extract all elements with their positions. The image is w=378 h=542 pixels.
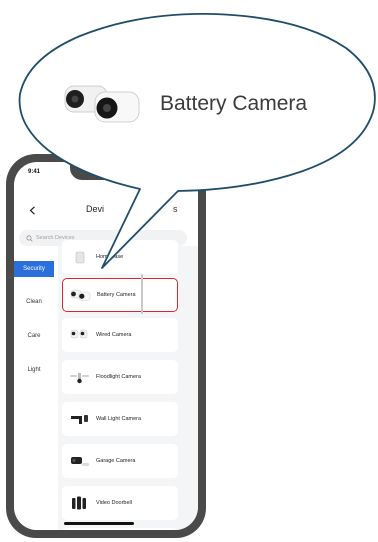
sidebar-item-label: Care [27, 333, 41, 339]
phone-frame: 9:41 Devi s Security Clean Care [6, 154, 206, 538]
nav-right-text: s [173, 204, 178, 214]
sidebar-item-clean[interactable]: Clean [14, 294, 54, 310]
sidebar-item-label: Security [23, 266, 45, 272]
video-doorbell-icon [69, 495, 91, 511]
back-button[interactable] [24, 202, 40, 218]
device-list: HomeBase Battery Camera Wired Camera Flo… [58, 240, 198, 530]
list-item-wired-camera[interactable]: Wired Camera [62, 318, 178, 352]
device-label: Wired Camera [96, 332, 132, 338]
list-item-battery-camera[interactable]: Battery Camera [62, 278, 178, 312]
battery-camera-icon [70, 287, 92, 303]
device-label: Wall Light Camera [96, 416, 142, 422]
homebase-icon [69, 249, 91, 265]
wall-light-camera-icon [69, 411, 91, 427]
sidebar-item-security[interactable]: Security [14, 261, 54, 277]
floodlight-camera-icon [69, 369, 91, 385]
status-time: 9:41 [28, 169, 41, 175]
device-label: Video Doorbell [96, 500, 132, 506]
device-label: Battery Camera [97, 292, 136, 298]
list-item-garage-camera[interactable]: Garage Camera [62, 444, 178, 478]
sidebar-item-care[interactable]: Care [14, 328, 54, 344]
garage-camera-icon [69, 453, 91, 469]
phone-screen: 9:41 Devi s Security Clean Care [14, 162, 198, 530]
callout-content: Battery Camera [62, 80, 352, 128]
battery-camera-icon [62, 78, 142, 131]
phone-notch [70, 162, 144, 180]
wired-camera-icon [69, 327, 91, 343]
device-label: Garage Camera [96, 458, 136, 464]
device-label: Floodlight Camera [96, 374, 141, 380]
list-item[interactable] [62, 528, 178, 530]
list-item-wall-light-camera[interactable]: Wall Light Camera [62, 402, 178, 436]
list-item-homebase[interactable]: HomeBase [62, 240, 178, 274]
search-icon [26, 234, 33, 242]
list-item-floodlight-camera[interactable]: Floodlight Camera [62, 360, 178, 394]
list-item-video-doorbell[interactable]: Video Doorbell [62, 486, 178, 520]
device-label: HomeBase [96, 254, 124, 260]
page-title: Devi [86, 204, 105, 214]
sidebar-item-light[interactable]: Light [14, 362, 54, 378]
home-indicator [64, 522, 134, 525]
chevron-left-icon [29, 205, 35, 215]
callout-label: Battery Camera [160, 92, 308, 115]
category-sidebar: Security Clean Care Light [14, 252, 54, 530]
sidebar-item-label: Light [27, 367, 41, 373]
sidebar-item-label: Clean [26, 299, 42, 305]
scrollbar[interactable] [141, 274, 143, 314]
